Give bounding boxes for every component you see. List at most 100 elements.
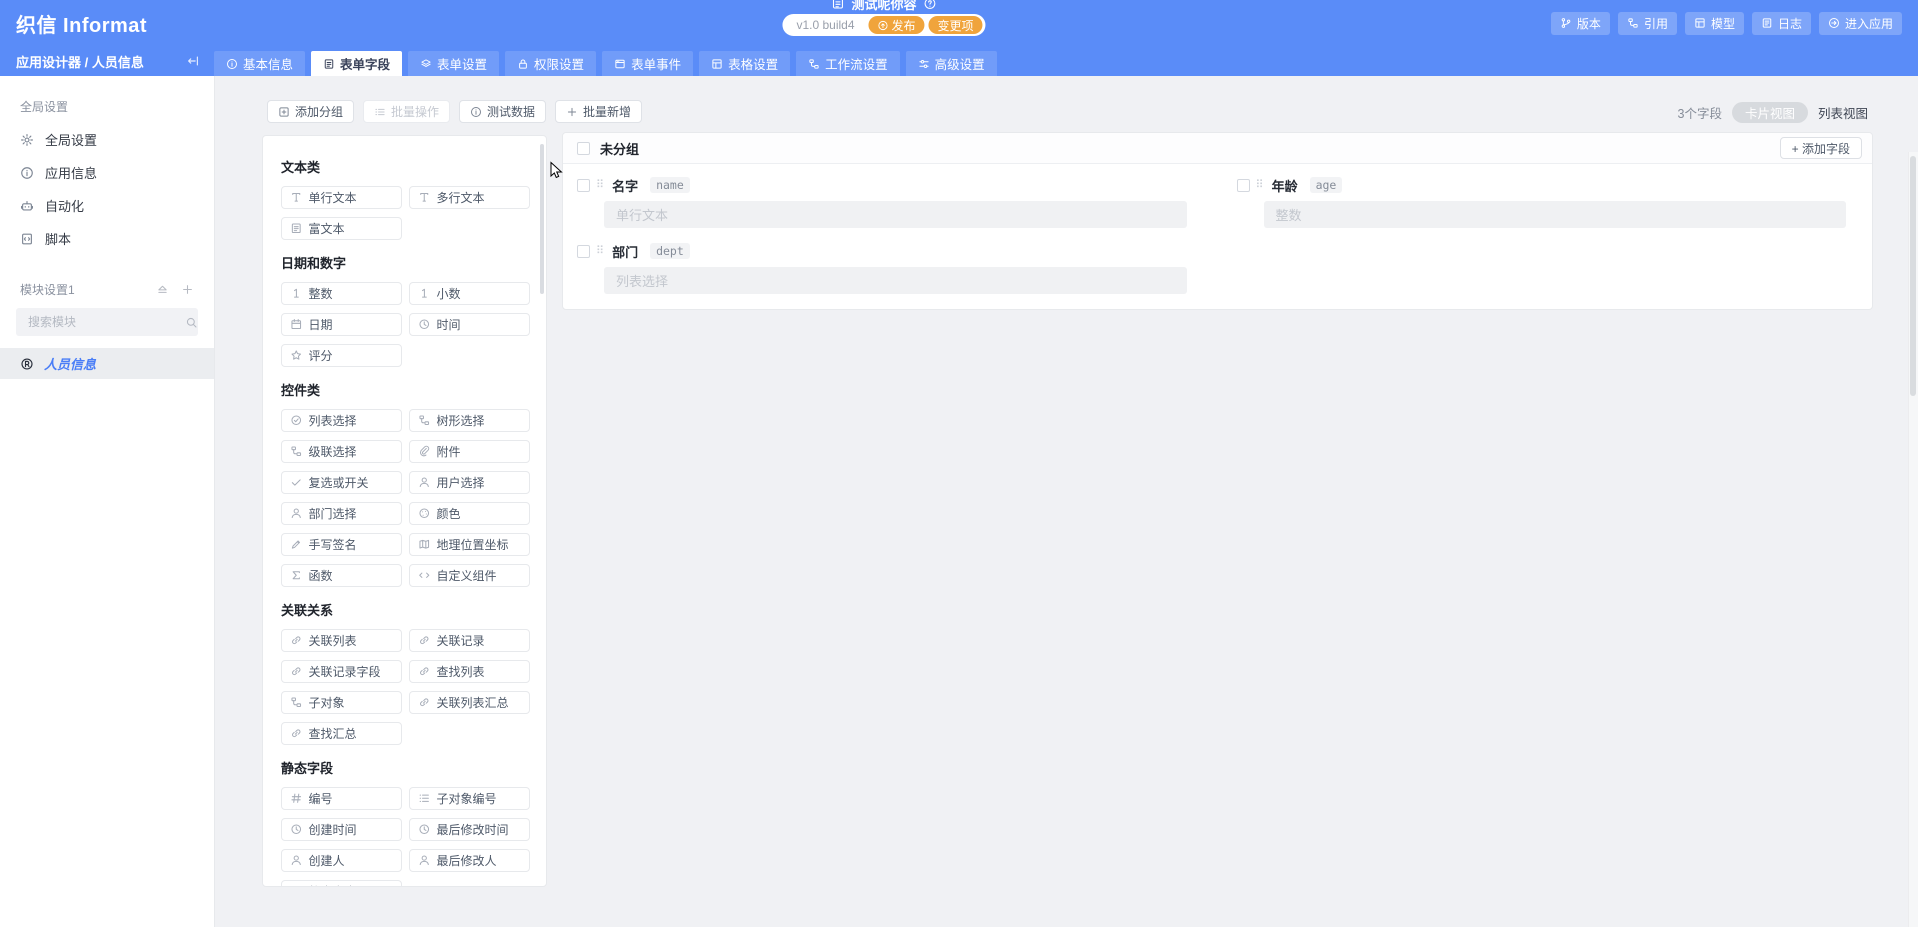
palette-item-颜色[interactable]: 颜色 bbox=[409, 502, 530, 525]
sidebar-item-全局设置[interactable]: 全局设置 bbox=[0, 123, 214, 156]
palette-item-复选或开关[interactable]: 复选或开关 bbox=[281, 471, 402, 494]
drag-handle-icon[interactable]: ⠿ bbox=[1256, 180, 1264, 191]
list-view-toggle[interactable]: 列表视图 bbox=[1818, 103, 1868, 122]
palette-item-关联记录[interactable]: 关联记录 bbox=[409, 629, 530, 652]
field-header: ⠿年龄age bbox=[1237, 176, 1847, 194]
palette-item-部门选择[interactable]: 部门选择 bbox=[281, 502, 402, 525]
header-action-进入应用[interactable]: 进入应用 bbox=[1819, 12, 1902, 35]
palette-scrollbar[interactable] bbox=[540, 144, 544, 294]
sliders-icon bbox=[918, 58, 930, 70]
palette-item-关联记录字段[interactable]: 关联记录字段 bbox=[281, 660, 402, 683]
palette-item-自定义组件[interactable]: 自定义组件 bbox=[409, 564, 530, 587]
palette-item-子对象编号[interactable]: 子对象编号 bbox=[409, 787, 530, 810]
eject-icon[interactable] bbox=[156, 283, 169, 296]
palette-item-时间[interactable]: 时间 bbox=[409, 313, 530, 336]
field-checkbox[interactable] bbox=[577, 245, 590, 258]
tab-高级设置[interactable]: 高级设置 bbox=[906, 51, 997, 76]
palette-item-多行文本[interactable]: 多行文本 bbox=[409, 186, 530, 209]
hash-icon bbox=[290, 792, 303, 805]
sidebar-item-脚本[interactable]: 脚本 bbox=[0, 222, 214, 255]
palette-item-label: 颜色 bbox=[437, 505, 461, 522]
flow-icon bbox=[808, 58, 820, 70]
toolbar-button-测试数据[interactable]: 测试数据 bbox=[459, 100, 546, 123]
header-action-引用[interactable]: 引用 bbox=[1618, 12, 1677, 35]
palette-item-编号[interactable]: 编号 bbox=[281, 787, 402, 810]
app-logo[interactable]: 织信 Informat bbox=[16, 9, 147, 38]
card-view-toggle[interactable]: 卡片视图 bbox=[1732, 102, 1808, 123]
tab-表单事件[interactable]: 表单事件 bbox=[602, 51, 693, 76]
header-action-版本[interactable]: 版本 bbox=[1551, 12, 1610, 35]
palette-item-单行文本[interactable]: 单行文本 bbox=[281, 186, 402, 209]
palette-item-最后修改时间[interactable]: 最后修改时间 bbox=[409, 818, 530, 841]
field-checkbox[interactable] bbox=[577, 179, 590, 192]
sidebar-item-label: 脚本 bbox=[45, 229, 71, 248]
tab-表单设置[interactable]: 表单设置 bbox=[408, 51, 499, 76]
field-card-name[interactable]: ⠿名字name单行文本 bbox=[577, 176, 1187, 228]
palette-item-树形选择[interactable]: 树形选择 bbox=[409, 409, 530, 432]
header-action-日志[interactable]: 日志 bbox=[1752, 12, 1811, 35]
palette-item-label: 关联记录 bbox=[437, 632, 485, 649]
drag-handle-icon[interactable]: ⠿ bbox=[596, 246, 604, 257]
lock-icon bbox=[517, 58, 529, 70]
tab-表格设置[interactable]: 表格设置 bbox=[699, 51, 790, 76]
user-icon bbox=[418, 476, 431, 489]
palette-item-查找汇总[interactable]: 查找汇总 bbox=[281, 722, 402, 745]
palette-item-关联列表[interactable]: 关联列表 bbox=[281, 629, 402, 652]
palette-item-查找列表[interactable]: 查找列表 bbox=[409, 660, 530, 683]
palette-item-创建人[interactable]: 创建人 bbox=[281, 849, 402, 872]
changes-label: 变更项 bbox=[938, 17, 974, 34]
palette-item-用户选择[interactable]: 用户选择 bbox=[409, 471, 530, 494]
palette-item-创建时间[interactable]: 创建时间 bbox=[281, 818, 402, 841]
sidebar-item-应用信息[interactable]: 应用信息 bbox=[0, 156, 214, 189]
add-module-icon[interactable] bbox=[181, 283, 194, 296]
toolbar-button-批量新增[interactable]: 批量新增 bbox=[555, 100, 642, 123]
tab-表单字段[interactable]: 表单字段 bbox=[311, 51, 402, 76]
field-count: 3个字段 bbox=[1678, 103, 1722, 122]
sidebar: 全局设置 全局设置应用信息自动化脚本 模块设置1 人员信息 bbox=[0, 76, 215, 927]
module-search-input[interactable] bbox=[26, 314, 185, 330]
palette-item-子对象[interactable]: 子对象 bbox=[281, 691, 402, 714]
sidebar-item-label: 自动化 bbox=[45, 196, 84, 215]
palette-item-label: 列表选择 bbox=[309, 412, 357, 429]
changes-button[interactable]: 变更项 bbox=[929, 16, 983, 34]
palette-item-小数[interactable]: 小数 bbox=[409, 282, 530, 305]
palette-item-label: 手写签名 bbox=[309, 536, 357, 553]
publish-button[interactable]: 发布 bbox=[869, 16, 925, 34]
drag-handle-icon[interactable]: ⠿ bbox=[596, 180, 604, 191]
module-item-人员信息[interactable]: 人员信息 bbox=[0, 348, 214, 379]
field-checkbox[interactable] bbox=[1237, 179, 1250, 192]
palette-item-最后修改人[interactable]: 最后修改人 bbox=[409, 849, 530, 872]
palette-item-整数[interactable]: 整数 bbox=[281, 282, 402, 305]
palette-item-列表选择[interactable]: 列表选择 bbox=[281, 409, 402, 432]
tab-权限设置[interactable]: 权限设置 bbox=[505, 51, 596, 76]
palette-item-函数[interactable]: 函数 bbox=[281, 564, 402, 587]
palette-item-静态文本[interactable]: 静态文本 bbox=[281, 880, 402, 887]
palette-item-label: 部门选择 bbox=[309, 505, 357, 522]
collapse-sidebar-icon[interactable] bbox=[186, 54, 200, 68]
field-card-dept[interactable]: ⠿部门dept列表选择 bbox=[577, 242, 1187, 294]
tab-基本信息[interactable]: 基本信息 bbox=[214, 51, 305, 76]
field-card-age[interactable]: ⠿年龄age整数 bbox=[1237, 176, 1847, 228]
toolbar-button-添加分组[interactable]: 添加分组 bbox=[267, 100, 354, 123]
palette-item-关联列表汇总[interactable]: 关联列表汇总 bbox=[409, 691, 530, 714]
tree-icon bbox=[290, 696, 303, 709]
tab-工作流设置[interactable]: 工作流设置 bbox=[796, 51, 900, 76]
palette-item-手写签名[interactable]: 手写签名 bbox=[281, 533, 402, 556]
palette-item-附件[interactable]: 附件 bbox=[409, 440, 530, 463]
add-field-button[interactable]: + 添加字段 bbox=[1780, 137, 1862, 159]
field-input-preview: 单行文本 bbox=[604, 201, 1187, 228]
header-action-模型[interactable]: 模型 bbox=[1685, 12, 1744, 35]
help-icon[interactable] bbox=[924, 0, 937, 10]
palette-item-级联选择[interactable]: 级联选择 bbox=[281, 440, 402, 463]
palette-item-label: 树形选择 bbox=[437, 412, 485, 429]
header-action-label: 模型 bbox=[1711, 15, 1735, 32]
group-checkbox[interactable] bbox=[577, 142, 590, 155]
calendar-icon bbox=[290, 318, 303, 331]
page-scrollbar[interactable] bbox=[1908, 152, 1918, 927]
palette-item-富文本[interactable]: 富文本 bbox=[281, 217, 402, 240]
palette-item-评分[interactable]: 评分 bbox=[281, 344, 402, 367]
page-scrollbar-thumb[interactable] bbox=[1910, 156, 1916, 396]
sidebar-item-自动化[interactable]: 自动化 bbox=[0, 189, 214, 222]
palette-item-日期[interactable]: 日期 bbox=[281, 313, 402, 336]
palette-item-地理位置坐标[interactable]: 地理位置坐标 bbox=[409, 533, 530, 556]
